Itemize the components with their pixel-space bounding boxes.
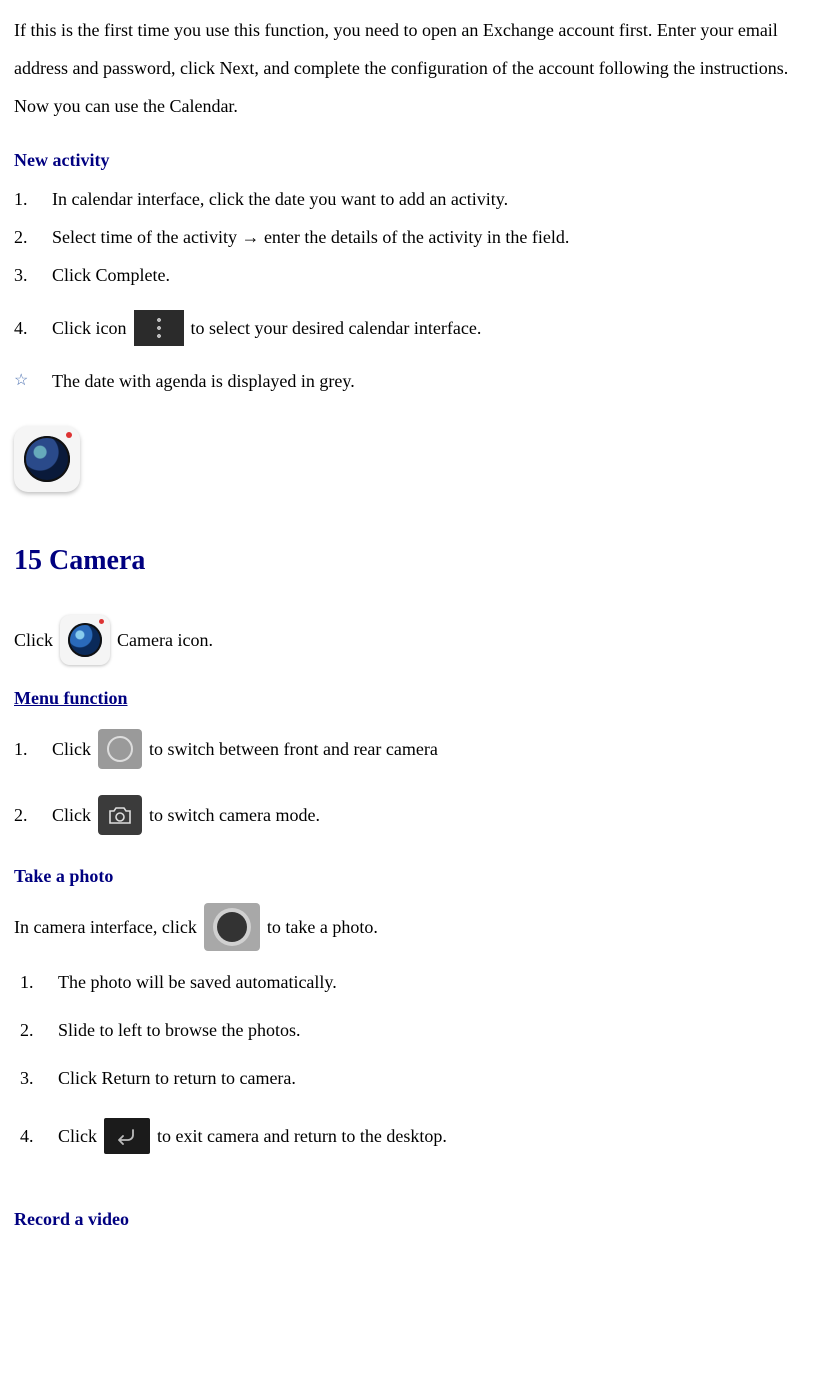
take-photo-line: In camera interface, click to take a pho… xyxy=(14,903,815,951)
text-fragment: Click xyxy=(52,798,91,832)
text-fragment: to switch between front and rear camera xyxy=(149,732,438,766)
text-fragment: to exit camera and return to the desktop… xyxy=(157,1119,447,1153)
list-item: 2. Select time of the activity → enter t… xyxy=(14,220,815,254)
return-icon xyxy=(104,1118,150,1154)
list-item: 1. In calendar interface, click the date… xyxy=(14,182,815,216)
list-text: Click Complete. xyxy=(52,258,815,292)
text-fragment: to take a photo. xyxy=(267,910,378,944)
open-camera-line: Click Camera icon. xyxy=(14,615,815,665)
heading-record-video: Record a video xyxy=(14,1202,815,1236)
list-item: ☆ The date with agenda is displayed in g… xyxy=(14,364,815,398)
shutter-icon xyxy=(204,903,260,951)
list-number: 1. xyxy=(14,732,52,766)
camera-app-icon xyxy=(60,615,110,665)
text-fragment: Click xyxy=(52,732,91,766)
heading-camera: 15 Camera xyxy=(14,534,815,587)
list-item: 3. Click Complete. xyxy=(14,258,815,292)
list-text: Slide to left to browse the photos. xyxy=(58,1013,815,1047)
text-fragment: Click xyxy=(58,1119,97,1153)
switch-camera-icon xyxy=(98,729,142,769)
list-number: 2. xyxy=(14,220,52,254)
list-item: 4. Click icon to select your desired cal… xyxy=(14,302,815,354)
list-text: The photo will be saved automatically. xyxy=(58,965,815,999)
star-bullet-icon: ☆ xyxy=(14,366,52,396)
list-item: 1. Click to switch between front and rea… xyxy=(14,721,815,777)
list-text: The date with agenda is displayed in gre… xyxy=(52,364,815,398)
list-number: 3. xyxy=(14,258,52,292)
list-number: 2. xyxy=(14,798,52,832)
camera-mode-icon xyxy=(98,795,142,835)
text-fragment: Click xyxy=(14,623,53,657)
take-photo-list: 1. The photo will be saved automatically… xyxy=(14,965,815,1162)
list-number: 4. xyxy=(14,311,52,345)
text-fragment: Click icon xyxy=(52,311,127,345)
text-fragment: to switch camera mode. xyxy=(149,798,320,832)
heading-take-photo: Take a photo xyxy=(14,859,815,893)
text-fragment: to select your desired calendar interfac… xyxy=(191,311,482,345)
heading-new-activity: New activity xyxy=(14,143,815,177)
list-item: 3. Click Return to return to camera. xyxy=(20,1061,815,1095)
text-fragment: Camera icon. xyxy=(117,623,213,657)
list-item: 2. Slide to left to browse the photos. xyxy=(20,1013,815,1047)
list-item: 2. Click to switch camera mode. xyxy=(14,787,815,843)
menu-function-list: 1. Click to switch between front and rea… xyxy=(14,721,815,843)
list-text: In calendar interface, click the date yo… xyxy=(52,182,815,216)
new-activity-list: 1. In calendar interface, click the date… xyxy=(14,182,815,399)
list-number: 1. xyxy=(14,182,52,216)
list-text: Click to switch camera mode. xyxy=(52,795,815,835)
camera-app-icon-large xyxy=(14,426,815,493)
list-text: Click icon to select your desired calend… xyxy=(52,310,815,346)
list-number: 3. xyxy=(20,1061,58,1095)
list-text: Click to exit camera and return to the d… xyxy=(58,1118,815,1154)
list-number: 1. xyxy=(20,965,58,999)
list-number: 4. xyxy=(20,1119,58,1153)
intro-paragraph: If this is the first time you use this f… xyxy=(14,12,815,125)
list-text: Click Return to return to camera. xyxy=(58,1061,815,1095)
list-text: Select time of the activity → enter the … xyxy=(52,220,815,254)
list-text: Click to switch between front and rear c… xyxy=(52,729,815,769)
list-item: 1. The photo will be saved automatically… xyxy=(20,965,815,999)
list-item: 4. Click to exit camera and return to th… xyxy=(20,1110,815,1162)
overflow-menu-icon xyxy=(134,310,184,346)
list-number: 2. xyxy=(20,1013,58,1047)
heading-menu-function: Menu function xyxy=(14,681,815,715)
text-fragment: In camera interface, click xyxy=(14,910,197,944)
